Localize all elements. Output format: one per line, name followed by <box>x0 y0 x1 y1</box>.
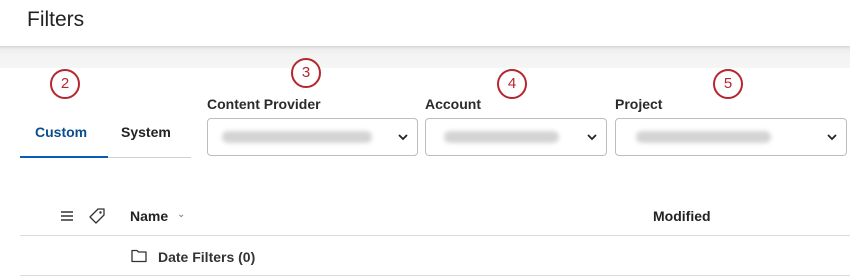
folder-name: Date Filters (0) <box>158 249 256 265</box>
header-divider <box>0 46 850 68</box>
chevron-down-icon <box>587 134 597 141</box>
filter-tabs: Custom System <box>20 112 191 158</box>
content-provider-select[interactable]: content-provider-blurred <box>207 118 418 156</box>
column-header-name[interactable]: Name <box>130 208 168 224</box>
folder-icon <box>131 249 147 263</box>
chevron-down-icon <box>398 134 408 141</box>
account-value: account-blurred <box>444 131 559 143</box>
tab-system[interactable]: System <box>121 124 171 140</box>
table-row[interactable]: Date Filters (0) <box>20 236 850 276</box>
tab-custom[interactable]: Custom <box>35 124 87 140</box>
callout-5: 5 <box>713 69 743 99</box>
content-provider-label: Content Provider <box>207 96 321 112</box>
menu-icon[interactable] <box>60 209 74 223</box>
chevron-down-icon <box>827 134 837 141</box>
project-label: Project <box>615 96 663 112</box>
page-title: Filters <box>27 8 85 31</box>
account-select[interactable]: account-blurred <box>425 118 607 156</box>
callout-2: 2 <box>50 69 80 99</box>
tag-icon[interactable] <box>88 207 106 225</box>
grid-header: Name ⌄ Modified <box>20 196 850 236</box>
active-tab-indicator <box>20 156 108 158</box>
page-header: Filters <box>0 0 850 46</box>
sort-chevron-icon[interactable]: ⌄ <box>177 209 185 220</box>
callout-4: 4 <box>497 69 527 99</box>
project-select[interactable]: project-blurred <box>615 118 847 156</box>
content-provider-value: content-provider-blurred <box>222 131 372 143</box>
column-header-modified[interactable]: Modified <box>653 208 711 224</box>
account-label: Account <box>425 96 481 112</box>
project-value: project-blurred <box>636 131 771 143</box>
callout-3: 3 <box>291 58 321 88</box>
